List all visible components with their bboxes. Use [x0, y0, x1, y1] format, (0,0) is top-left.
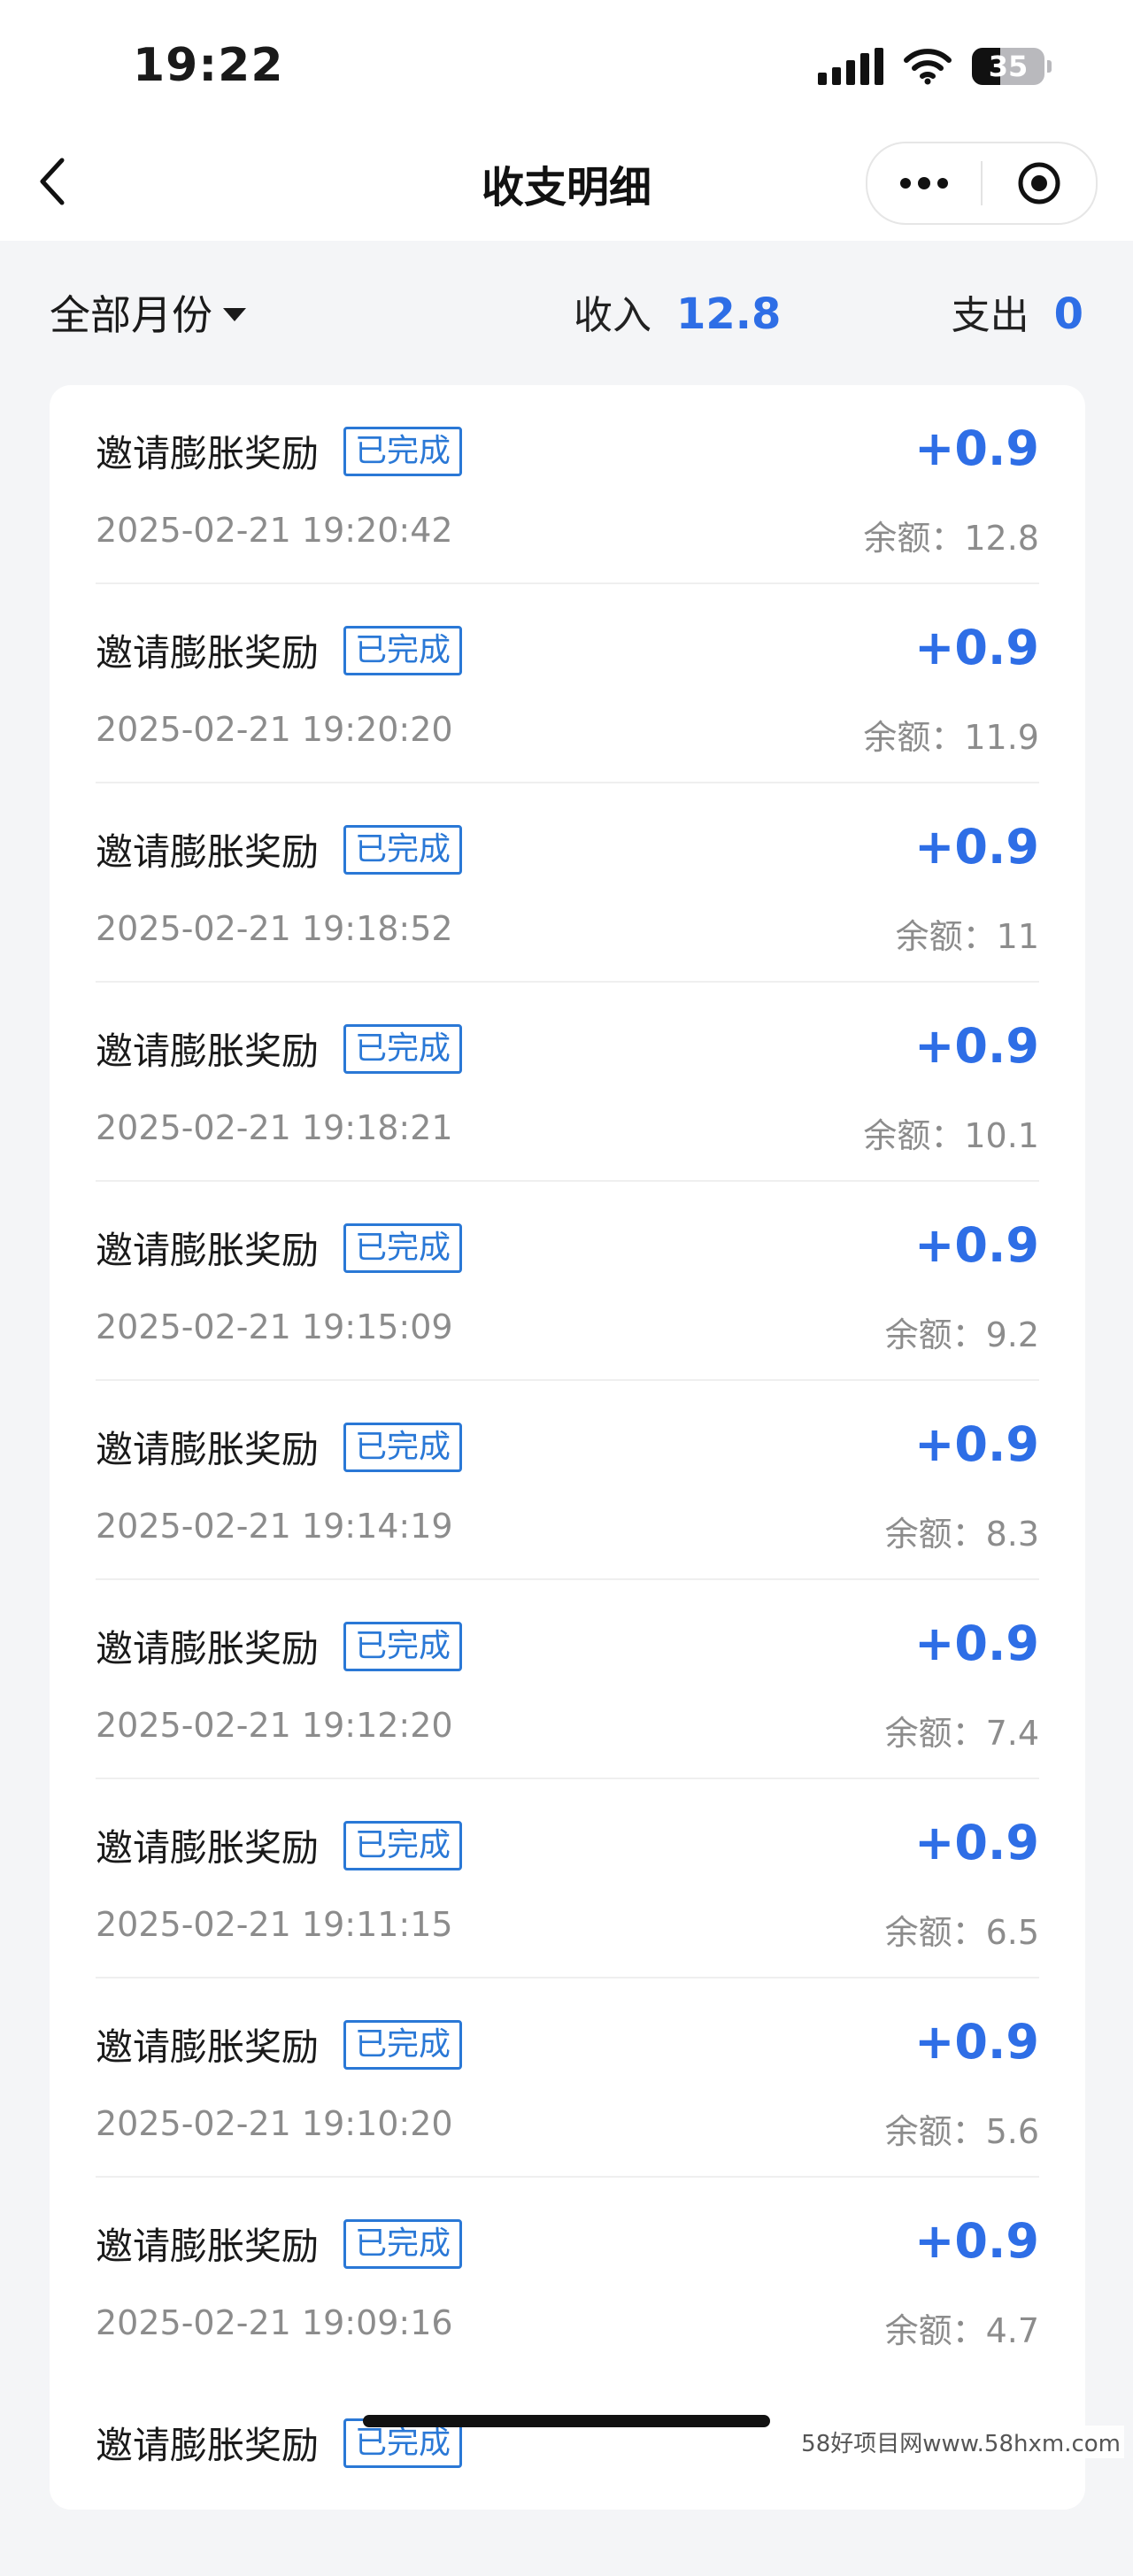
- record-balance: 余额：8.3: [884, 1515, 1039, 1554]
- list-item[interactable]: 邀请膨胀奖励 已完成 +0.9 2025-02-21 19:20:42 余额：12…: [96, 385, 1039, 584]
- status-icons: 35: [818, 46, 1052, 87]
- record-amount: +0.9: [914, 620, 1039, 675]
- month-select-label: 全部月份: [50, 291, 212, 339]
- home-indicator: [363, 2415, 770, 2427]
- caret-down-icon: [223, 307, 246, 321]
- expense-label: 支出: [951, 293, 1029, 338]
- target-circle-icon: [1018, 162, 1060, 204]
- list-item[interactable]: 邀请膨胀奖励 已完成: [96, 2377, 1039, 2576]
- list-item[interactable]: 邀请膨胀奖励 已完成 +0.9 2025-02-21 19:18:52 余额：11: [96, 783, 1039, 983]
- record-time: 2025-02-21 19:18:52: [96, 909, 453, 948]
- status-badge: 已完成: [343, 426, 463, 476]
- record-time: 2025-02-21 19:18:21: [96, 1108, 453, 1147]
- record-amount: +0.9: [914, 819, 1039, 875]
- status-badge: 已完成: [343, 2218, 463, 2269]
- record-balance: 余额：9.2: [884, 1315, 1039, 1354]
- record-balance: 余额：11.9: [863, 718, 1039, 757]
- record-amount: +0.9: [914, 2213, 1039, 2269]
- list-item[interactable]: 邀请膨胀奖励 已完成 +0.9 2025-02-21 19:10:20 余额：5.…: [96, 1978, 1039, 2178]
- status-badge: 已完成: [343, 2019, 463, 2070]
- month-select[interactable]: 全部月份: [50, 283, 246, 342]
- record-title: 邀请膨胀奖励: [96, 1229, 320, 1272]
- income-label: 收入: [574, 293, 651, 338]
- record-title: 邀请膨胀奖励: [96, 1428, 320, 1471]
- record-balance: 余额：7.4: [884, 1714, 1039, 1753]
- status-time: 19:22: [133, 39, 284, 92]
- status-badge: 已完成: [343, 625, 463, 675]
- record-time: 2025-02-21 19:15:09: [96, 1307, 453, 1346]
- record-title: 邀请膨胀奖励: [96, 1826, 320, 1870]
- record-balance: 余额：6.5: [884, 1913, 1039, 1952]
- expense-value: 0: [1053, 289, 1083, 339]
- record-title: 邀请膨胀奖励: [96, 2424, 320, 2467]
- record-title: 邀请膨胀奖励: [96, 631, 320, 675]
- record-balance: 余额：10.1: [863, 1116, 1039, 1155]
- record-time: 2025-02-21 19:11:15: [96, 1905, 453, 1944]
- mini-program-capsule: [866, 142, 1098, 225]
- record-title: 邀请膨胀奖励: [96, 2225, 320, 2268]
- status-badge: 已完成: [343, 824, 463, 875]
- list-item[interactable]: 邀请膨胀奖励 已完成 +0.9 2025-02-21 19:15:09 余额：9.…: [96, 1182, 1039, 1381]
- record-title: 邀请膨胀奖励: [96, 1030, 320, 1073]
- battery-level: 35: [988, 50, 1029, 83]
- record-title: 邀请膨胀奖励: [96, 432, 320, 475]
- records-list: 邀请膨胀奖励 已完成 +0.9 2025-02-21 19:20:42 余额：12…: [50, 385, 1085, 2510]
- signal-icon: [818, 48, 883, 85]
- top-bar: 19:22 35 收支明细: [0, 0, 1133, 241]
- battery-icon: 35: [972, 48, 1052, 85]
- record-balance: 余额：4.7: [884, 2311, 1039, 2350]
- record-time: 2025-02-21 19:20:42: [96, 511, 453, 550]
- record-time: 2025-02-21 19:14:19: [96, 1507, 453, 1546]
- record-title: 邀请膨胀奖励: [96, 830, 320, 874]
- record-amount: +0.9: [914, 2014, 1039, 2070]
- status-badge: 已完成: [343, 1222, 463, 1273]
- record-amount: +0.9: [914, 420, 1039, 476]
- record-title: 邀请膨胀奖励: [96, 1627, 320, 1670]
- close-mini-program-button[interactable]: [983, 143, 1096, 223]
- record-title: 邀请膨胀奖励: [96, 2025, 320, 2069]
- more-button[interactable]: [867, 143, 981, 223]
- record-time: 2025-02-21 19:12:20: [96, 1706, 453, 1745]
- record-amount: +0.9: [914, 1416, 1039, 1472]
- record-time: 2025-02-21 19:10:20: [96, 2104, 453, 2143]
- record-time: 2025-02-21 19:09:16: [96, 2303, 453, 2342]
- record-amount: +0.9: [914, 1616, 1039, 1671]
- status-badge: 已完成: [343, 1422, 463, 1472]
- record-balance: 余额：5.6: [884, 2112, 1039, 2151]
- watermark: 58好项目网www.58hxm.com: [798, 2426, 1124, 2458]
- list-item[interactable]: 邀请膨胀奖励 已完成 +0.9 2025-02-21 19:12:20 余额：7.…: [96, 1580, 1039, 1779]
- record-balance: 余额：12.8: [863, 519, 1039, 558]
- list-item[interactable]: 邀请膨胀奖励 已完成 +0.9 2025-02-21 19:09:16 余额：4.…: [96, 2178, 1039, 2377]
- record-time: 2025-02-21 19:20:20: [96, 710, 453, 749]
- income-summary: 收入 12.8: [574, 283, 781, 340]
- record-amount: +0.9: [914, 1018, 1039, 1074]
- status-badge: 已完成: [343, 1023, 463, 1074]
- income-value: 12.8: [676, 289, 782, 339]
- status-badge: 已完成: [343, 1621, 463, 1671]
- list-item[interactable]: 邀请膨胀奖励 已完成 +0.9 2025-02-21 19:11:15 余额：6.…: [96, 1779, 1039, 1978]
- status-badge: 已完成: [343, 1820, 463, 1870]
- wifi-icon: [904, 49, 952, 85]
- record-balance: 余额：11: [895, 917, 1039, 956]
- filter-bar: 全部月份 收入 12.8 支出 0: [0, 274, 1133, 345]
- record-amount: +0.9: [914, 1217, 1039, 1273]
- more-dots-icon: [900, 177, 948, 189]
- list-item[interactable]: 邀请膨胀奖励 已完成 +0.9 2025-02-21 19:18:21 余额：10…: [96, 983, 1039, 1182]
- list-item[interactable]: 邀请膨胀奖励 已完成 +0.9 2025-02-21 19:20:20 余额：11…: [96, 584, 1039, 783]
- record-amount: +0.9: [914, 1815, 1039, 1870]
- expense-summary: 支出 0: [952, 283, 1083, 340]
- list-item[interactable]: 邀请膨胀奖励 已完成 +0.9 2025-02-21 19:14:19 余额：8.…: [96, 1381, 1039, 1580]
